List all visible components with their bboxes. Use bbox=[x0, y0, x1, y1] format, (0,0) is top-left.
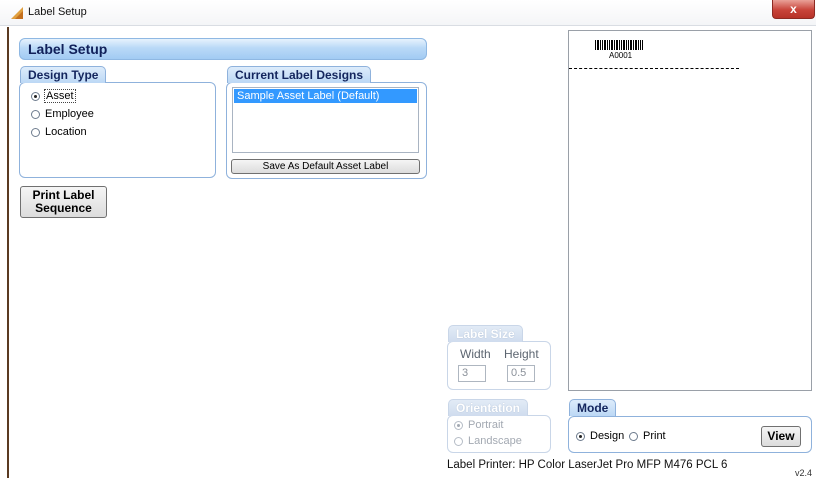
radio-dot bbox=[454, 436, 463, 446]
height-label: Height bbox=[504, 347, 539, 361]
width-input[interactable]: 3 bbox=[458, 365, 486, 382]
radio-dot bbox=[31, 127, 40, 137]
radio-asset[interactable]: Asset bbox=[31, 89, 76, 103]
window-title: Label Setup bbox=[28, 6, 87, 18]
section-title: Label Setup bbox=[28, 41, 108, 57]
barcode bbox=[595, 40, 643, 50]
radio-asset-label: Asset bbox=[44, 89, 76, 103]
radio-portrait-label: Portrait bbox=[468, 419, 504, 431]
radio-portrait[interactable]: Portrait bbox=[454, 418, 503, 432]
radio-landscape-label: Landscape bbox=[468, 435, 522, 447]
window-frame-right bbox=[812, 27, 816, 478]
title-bar: Label Setup x bbox=[0, 0, 816, 26]
width-label: Width bbox=[460, 347, 491, 361]
radio-employee[interactable]: Employee bbox=[31, 107, 94, 121]
label-designs-list[interactable]: Sample Asset Label (Default) bbox=[232, 87, 419, 153]
radio-dot bbox=[31, 109, 40, 119]
close-button[interactable]: x bbox=[772, 0, 815, 19]
label-printer-info: Label Printer: HP Color LaserJet Pro MFP… bbox=[447, 459, 728, 471]
close-icon: x bbox=[790, 2, 797, 16]
section-header: Label Setup bbox=[19, 38, 427, 60]
print-label-sequence-button[interactable]: Print Label Sequence bbox=[20, 186, 107, 218]
label-setup-window: Label Setup x Label Setup Design Type As… bbox=[0, 0, 816, 478]
list-item[interactable]: Sample Asset Label (Default) bbox=[234, 89, 417, 103]
radio-landscape[interactable]: Landscape bbox=[454, 434, 522, 448]
label-preview: A0001 bbox=[568, 30, 812, 391]
radio-dot bbox=[454, 420, 463, 430]
print-sequence-line2: Sequence bbox=[35, 201, 92, 215]
radio-dot bbox=[31, 91, 40, 101]
radio-dot bbox=[629, 431, 638, 441]
radio-print-mode[interactable]: Print bbox=[629, 429, 666, 443]
label-size-tab: Label Size bbox=[448, 325, 523, 342]
barcode-text: A0001 bbox=[609, 51, 633, 60]
mode-tab: Mode bbox=[569, 399, 617, 416]
radio-print-label: Print bbox=[643, 430, 666, 442]
version-label: v2.4 bbox=[795, 468, 813, 478]
radio-dot bbox=[576, 431, 585, 441]
current-designs-tab: Current Label Designs bbox=[227, 66, 372, 83]
app-icon bbox=[11, 7, 23, 19]
orientation-tab: Orientation bbox=[448, 399, 529, 416]
design-type-tab: Design Type bbox=[20, 66, 107, 83]
radio-location-label: Location bbox=[45, 126, 87, 138]
radio-location[interactable]: Location bbox=[31, 125, 87, 139]
radio-employee-label: Employee bbox=[45, 108, 94, 120]
radio-design-mode[interactable]: Design bbox=[576, 429, 624, 443]
view-button[interactable]: View bbox=[761, 426, 801, 447]
save-as-default-button[interactable]: Save As Default Asset Label bbox=[231, 159, 420, 174]
window-frame-left bbox=[7, 27, 9, 478]
radio-design-label: Design bbox=[590, 430, 625, 442]
label-design-area[interactable]: A0001 bbox=[569, 31, 739, 69]
height-input[interactable]: 0.5 bbox=[507, 365, 535, 382]
